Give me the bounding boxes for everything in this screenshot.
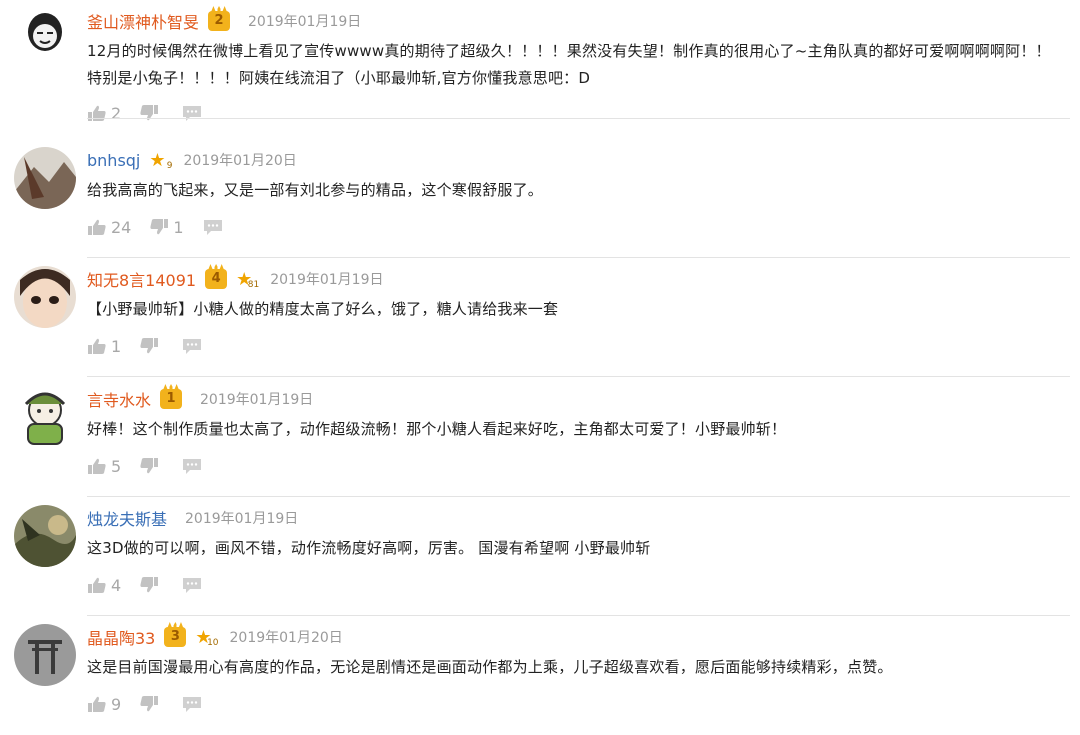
username[interactable]: 釜山漂神朴智旻 bbox=[87, 9, 199, 33]
dislike-count: 1 bbox=[173, 217, 184, 237]
level-badge: 3 bbox=[164, 627, 187, 647]
thumb-down-icon bbox=[140, 696, 159, 712]
star-medal-icon: ★ 9 bbox=[149, 149, 173, 171]
comment-date: 2019年01月20日 bbox=[229, 630, 343, 646]
level-badge: 2 bbox=[208, 11, 231, 31]
comment-item: 烛龙夫斯基 2019年01月19日 这3D做的可以啊，画风不错，动作流畅度好高啊… bbox=[0, 497, 1080, 616]
dislike-button[interactable] bbox=[139, 576, 163, 594]
comment-item: bnhsqj ★ 9 2019年01月20日 给我高高的飞起来，又是一部有刘北参与… bbox=[0, 139, 1080, 258]
star-medal-icon: ★ 81 bbox=[236, 268, 260, 290]
avatar[interactable] bbox=[14, 266, 76, 328]
thumb-up-icon bbox=[88, 577, 106, 593]
reply-button[interactable] bbox=[181, 576, 207, 594]
comment-bubble-icon bbox=[183, 697, 202, 712]
comment-bubble-icon bbox=[203, 220, 222, 235]
like-count: 24 bbox=[111, 217, 132, 237]
like-count: 9 bbox=[111, 694, 122, 714]
avatar[interactable] bbox=[14, 147, 76, 209]
comment-item: 知无8言14091 4 ★ 81 2019年01月19日 【小野最帅斩】小糖人做的… bbox=[0, 258, 1080, 377]
reply-button[interactable] bbox=[181, 104, 207, 122]
comment-item: 釜山漂神朴智旻 2 2019年01月19日 12月的时候偶然在微博上看见了宣传w… bbox=[0, 0, 1080, 123]
divider bbox=[87, 376, 1070, 377]
like-button[interactable]: 4 bbox=[87, 576, 121, 595]
comment-date: 2019年01月19日 bbox=[200, 392, 314, 408]
reply-button[interactable] bbox=[181, 457, 207, 475]
comment-bubble-icon bbox=[183, 339, 202, 354]
comment-text: 12月的时候偶然在微博上看见了宣传wwww真的期待了超级久！！！！果然没有失望！… bbox=[87, 42, 1051, 87]
username[interactable]: 晶晶陶33 bbox=[87, 625, 155, 649]
comment-date: 2019年01月20日 bbox=[183, 153, 297, 169]
thumb-down-icon bbox=[140, 105, 159, 121]
comment-list: 釜山漂神朴智旻 2 2019年01月19日 12月的时候偶然在微博上看见了宣传w… bbox=[0, 0, 1080, 715]
thumb-up-icon bbox=[88, 105, 106, 121]
like-button[interactable]: 9 bbox=[87, 695, 121, 714]
comment-bubble-icon bbox=[183, 106, 202, 121]
comment-item: 晶晶陶33 3 ★ 10 2019年01月20日 这是目前国漫最用心有高度的作品，… bbox=[0, 616, 1080, 735]
thumb-down-icon bbox=[140, 338, 159, 354]
username[interactable]: 言寺水水 bbox=[87, 387, 151, 411]
reply-button[interactable] bbox=[181, 337, 207, 355]
thumb-up-icon bbox=[88, 458, 106, 474]
username[interactable]: 知无8言14091 bbox=[87, 267, 196, 291]
avatar[interactable] bbox=[14, 8, 76, 70]
username[interactable]: bnhsqj bbox=[87, 151, 140, 170]
like-count: 5 bbox=[111, 456, 122, 476]
avatar[interactable] bbox=[14, 386, 76, 448]
comment-text: 好棒！这个制作质量也太高了，动作超级流畅！那个小糖人看起来好吃，主角都太可爱了！… bbox=[87, 420, 787, 438]
dislike-button[interactable]: 1 bbox=[149, 217, 184, 237]
like-count: 2 bbox=[111, 103, 122, 123]
dislike-button[interactable] bbox=[139, 104, 163, 122]
avatar[interactable] bbox=[14, 505, 76, 567]
comment-text: 这3D做的可以啊，画风不错，动作流畅度好高啊，厉害。 国漫有希望啊 小野最帅斩 bbox=[87, 539, 651, 557]
comment-bubble-icon bbox=[183, 578, 202, 593]
like-button[interactable]: 24 bbox=[87, 218, 131, 237]
thumb-down-icon bbox=[150, 219, 169, 235]
thumb-up-icon bbox=[88, 219, 106, 235]
thumb-down-icon bbox=[140, 458, 159, 474]
reply-button[interactable] bbox=[202, 218, 228, 236]
comment-item: 言寺水水 1 2019年01月19日 好棒！这个制作质量也太高了，动作超级流畅！… bbox=[0, 378, 1080, 497]
thumb-down-icon bbox=[140, 577, 159, 593]
comment-text: 这是目前国漫最用心有高度的作品，无论是剧情还是画面动作都为上乘，儿子超级喜欢看，… bbox=[87, 658, 893, 676]
comment-text: 给我高高的飞起来，又是一部有刘北参与的精品，这个寒假舒服了。 bbox=[87, 181, 544, 199]
like-button[interactable]: 1 bbox=[87, 337, 121, 356]
comment-text: 【小野最帅斩】小糖人做的精度太高了好么，饿了，糖人请给我来一套 bbox=[87, 300, 559, 318]
username[interactable]: 烛龙夫斯基 bbox=[87, 506, 167, 530]
dislike-button[interactable] bbox=[139, 695, 163, 713]
comment-bubble-icon bbox=[183, 459, 202, 474]
like-count: 4 bbox=[111, 575, 122, 595]
like-button[interactable]: 5 bbox=[87, 457, 121, 476]
divider bbox=[87, 118, 1070, 119]
thumb-up-icon bbox=[88, 338, 106, 354]
reply-button[interactable] bbox=[181, 695, 207, 713]
dislike-button[interactable] bbox=[139, 337, 163, 355]
level-badge: 4 bbox=[205, 269, 228, 289]
comment-date: 2019年01月19日 bbox=[185, 511, 299, 527]
like-count: 1 bbox=[111, 336, 122, 356]
like-button[interactable]: 2 bbox=[87, 104, 121, 123]
comment-date: 2019年01月19日 bbox=[270, 272, 384, 288]
avatar[interactable] bbox=[14, 624, 76, 686]
thumb-up-icon bbox=[88, 696, 106, 712]
level-badge: 1 bbox=[160, 389, 183, 409]
star-medal-icon: ★ 10 bbox=[195, 626, 219, 648]
comment-date: 2019年01月19日 bbox=[248, 14, 362, 30]
dislike-button[interactable] bbox=[139, 457, 163, 475]
